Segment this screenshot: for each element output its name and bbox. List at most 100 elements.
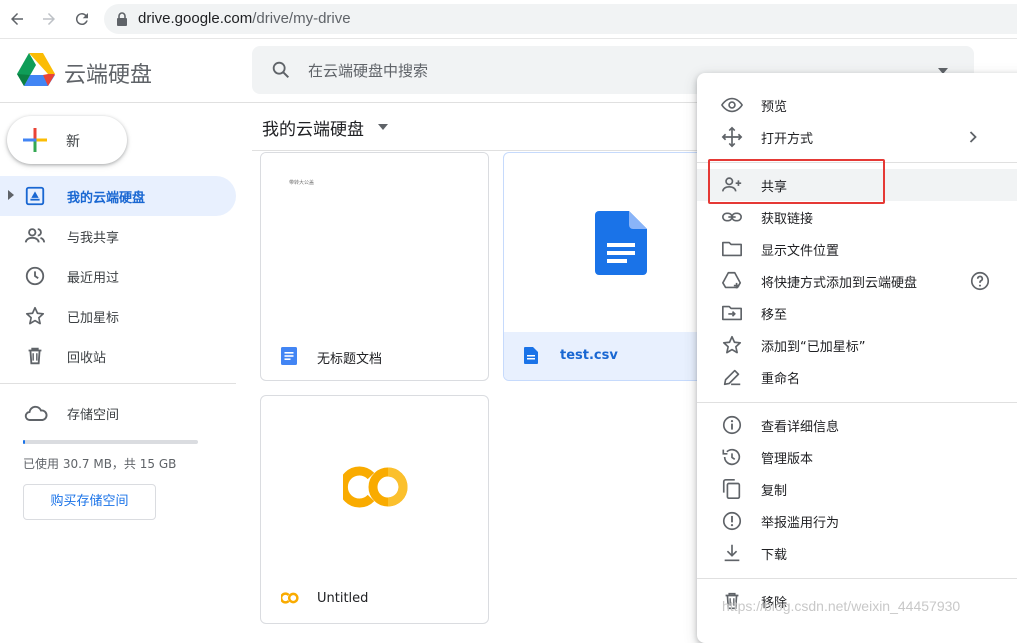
- colab-large-icon: [343, 466, 409, 508]
- menu-item-open-with[interactable]: 打开方式: [697, 121, 1017, 153]
- sidebar-divider: [0, 383, 236, 384]
- my-drive-icon: [24, 185, 46, 207]
- menu-item-label: 重命名: [761, 372, 801, 387]
- move-to-folder-icon: [721, 302, 743, 324]
- menu-item-preview[interactable]: 预览: [697, 89, 1017, 121]
- sidebar-item-recent[interactable]: 最近用过: [0, 256, 236, 296]
- trash-icon: [24, 345, 46, 367]
- search-input[interactable]: 在云端硬盘中搜索: [308, 60, 428, 81]
- menu-item-label: 将快捷方式添加到云端硬盘: [761, 276, 918, 291]
- annotation-highlight-box: [708, 159, 885, 204]
- storage-usage-bar: [23, 440, 198, 444]
- back-arrow-icon[interactable]: [6, 8, 28, 30]
- info-icon: [721, 414, 743, 436]
- sidebar-item-my-drive[interactable]: 我的云端硬盘: [0, 176, 236, 216]
- document-icon: [524, 347, 538, 364]
- url-text: drive.google.com/drive/my-drive: [138, 10, 351, 27]
- file-card-untitled-colab[interactable]: Untitled: [260, 395, 489, 624]
- shared-people-icon: [24, 225, 46, 247]
- browser-toolbar: drive.google.com/drive/my-drive: [0, 0, 1017, 39]
- watermark-text: https://blog.csdn.net/weixin_44457930: [722, 598, 961, 614]
- sidebar-item-label: 最近用过: [67, 271, 120, 286]
- expand-arrow-icon[interactable]: [8, 190, 14, 200]
- sidebar-item-label: 与我共享: [67, 231, 120, 246]
- thumbnail-text: 带转大公盖: [289, 180, 315, 186]
- sidebar-item-label: 我的云端硬盘: [67, 191, 146, 206]
- help-icon[interactable]: [969, 270, 991, 292]
- file-card-footer: Untitled: [261, 575, 488, 623]
- sidebar-item-starred[interactable]: 已加星标: [0, 296, 236, 336]
- file-thumbnail: 带转大公盖: [261, 153, 488, 332]
- menu-item-download[interactable]: 下载: [697, 537, 1017, 569]
- menu-item-label: 移至: [761, 308, 788, 323]
- app-title: 云端硬盘: [64, 63, 153, 88]
- document-large-icon: [595, 211, 647, 275]
- storage-usage-text: 已使用 30.7 MB，共 15 GB: [23, 457, 177, 471]
- clock-icon: [24, 265, 46, 287]
- plus-icon: [23, 128, 47, 152]
- menu-item-details[interactable]: 查看详细信息: [697, 409, 1017, 441]
- new-button[interactable]: 新: [7, 116, 127, 164]
- star-icon: [721, 334, 743, 356]
- menu-item-show-location[interactable]: 显示文件位置: [697, 233, 1017, 265]
- link-icon: [721, 206, 743, 228]
- menu-item-label: 管理版本: [761, 452, 814, 467]
- google-docs-icon: [281, 347, 297, 365]
- pencil-icon: [721, 366, 743, 388]
- menu-item-rename[interactable]: 重命名: [697, 361, 1017, 393]
- move-arrows-icon: [721, 126, 743, 148]
- address-bar[interactable]: drive.google.com/drive/my-drive: [104, 4, 1017, 34]
- menu-item-label: 预览: [761, 100, 788, 115]
- file-name: 无标题文档: [317, 352, 383, 367]
- folder-icon: [721, 238, 743, 260]
- new-button-label: 新: [66, 134, 80, 150]
- sidebar-item-label: 回收站: [67, 351, 107, 366]
- menu-item-label: 举报滥用行为: [761, 516, 840, 531]
- sidebar-item-storage[interactable]: 存储空间: [0, 393, 236, 433]
- chevron-right-icon: [969, 131, 977, 143]
- menu-item-report[interactable]: 举报滥用行为: [697, 505, 1017, 537]
- search-icon[interactable]: [270, 59, 292, 81]
- menu-item-label: 打开方式: [761, 132, 814, 147]
- forward-arrow-icon[interactable]: [38, 8, 60, 30]
- download-icon: [721, 542, 743, 564]
- menu-item-label: 显示文件位置: [761, 244, 840, 259]
- menu-item-label: 下载: [761, 548, 788, 563]
- report-icon: [721, 510, 743, 532]
- sidebar-item-shared[interactable]: 与我共享: [0, 216, 236, 256]
- menu-item-label: 复制: [761, 484, 788, 499]
- menu-item-get-link[interactable]: 获取链接: [697, 201, 1017, 233]
- reload-icon[interactable]: [71, 8, 93, 30]
- storage-label: 存储空间: [67, 408, 120, 423]
- menu-item-add-shortcut[interactable]: 将快捷方式添加到云端硬盘: [697, 265, 1017, 297]
- cloud-icon: [24, 402, 48, 424]
- storage-usage-fill: [23, 440, 25, 444]
- breadcrumb[interactable]: 我的云端硬盘: [262, 115, 364, 140]
- add-shortcut-icon: [721, 270, 743, 292]
- menu-item-copy[interactable]: 复制: [697, 473, 1017, 505]
- drive-logo-icon[interactable]: [17, 53, 55, 87]
- lock-icon: [116, 12, 128, 26]
- buy-storage-button[interactable]: 购买存储空间: [23, 484, 156, 520]
- breadcrumb-caret-icon[interactable]: [378, 124, 388, 130]
- file-card-footer: 无标题文档: [261, 332, 488, 380]
- file-name: test.csv: [560, 348, 618, 363]
- menu-item-label: 获取链接: [761, 212, 814, 227]
- menu-item-move-to[interactable]: 移至: [697, 297, 1017, 329]
- menu-divider: [697, 578, 1017, 579]
- history-icon: [721, 446, 743, 468]
- star-icon: [24, 305, 46, 327]
- menu-item-add-star[interactable]: 添加到“已加星标”: [697, 329, 1017, 361]
- file-card-untitled-doc[interactable]: 带转大公盖 无标题文档: [260, 152, 489, 381]
- menu-divider: [697, 402, 1017, 403]
- menu-item-versions[interactable]: 管理版本: [697, 441, 1017, 473]
- colab-icon: [281, 592, 299, 604]
- sidebar-item-label: 已加星标: [67, 311, 120, 326]
- menu-item-label: 查看详细信息: [761, 420, 840, 435]
- menu-item-label: 添加到“已加星标”: [761, 340, 866, 355]
- copy-icon: [721, 478, 743, 500]
- sidebar-item-trash[interactable]: 回收站: [0, 336, 236, 376]
- eye-icon: [721, 94, 743, 116]
- file-thumbnail: [261, 396, 488, 575]
- file-name: Untitled: [317, 591, 369, 606]
